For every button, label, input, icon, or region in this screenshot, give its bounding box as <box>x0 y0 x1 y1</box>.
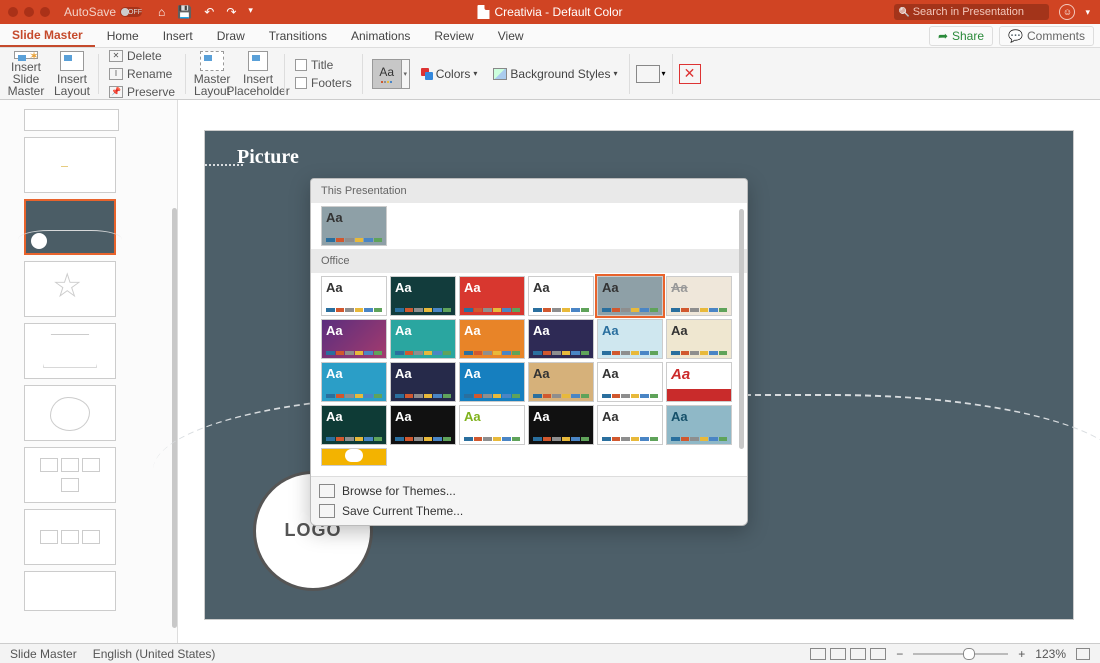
themes-button[interactable]: Aa <box>372 59 402 89</box>
section-office: Office <box>311 249 747 273</box>
tab-view[interactable]: View <box>486 24 536 47</box>
section-this-presentation: This Presentation <box>311 179 747 203</box>
chevron-down-icon[interactable]: ▾ <box>248 5 253 19</box>
status-mode: Slide Master <box>10 647 77 661</box>
preserve-button[interactable]: 📌Preserve <box>105 84 179 100</box>
theme-card[interactable]: Aa <box>459 362 525 402</box>
theme-card[interactable]: Aa <box>321 362 387 402</box>
thumb-layout-6[interactable] <box>24 447 116 503</box>
theme-card[interactable]: Aa <box>321 405 387 445</box>
folder-icon <box>319 484 335 498</box>
quick-toolbar: ⌂ 💾 ↶ ↷ ▾ <box>158 5 253 19</box>
theme-card[interactable]: Aa <box>597 405 663 445</box>
undo-icon[interactable]: ↶ <box>204 5 214 19</box>
tab-insert[interactable]: Insert <box>151 24 205 47</box>
tab-draw[interactable]: Draw <box>205 24 257 47</box>
theme-card[interactable]: Aa <box>459 405 525 445</box>
zoom-out-button[interactable]: − <box>896 647 903 661</box>
tab-animations[interactable]: Animations <box>339 24 422 47</box>
slide-thumbnails[interactable]: — <box>0 100 178 643</box>
theme-card[interactable]: Aa <box>321 276 387 316</box>
theme-card[interactable] <box>321 448 387 466</box>
theme-card[interactable]: Aa <box>666 362 732 402</box>
delete-button[interactable]: ✕Delete <box>105 48 179 64</box>
chevron-down-icon[interactable]: ▾ <box>1085 7 1090 18</box>
thumb-layout-7[interactable] <box>24 509 116 565</box>
window-controls[interactable] <box>8 7 50 17</box>
thumb-layout-5[interactable] <box>24 385 116 441</box>
themes-dropdown-panel: This Presentation Aa Office Aa Aa Aa Aa … <box>310 178 748 526</box>
zoom-in-button[interactable]: + <box>1018 647 1025 661</box>
thumb-master[interactable] <box>24 109 119 131</box>
autosave-toggle[interactable]: AutoSave OFF <box>64 5 142 19</box>
theme-card[interactable]: Aa <box>390 319 456 359</box>
theme-card[interactable]: Aa <box>597 362 663 402</box>
save-icon <box>319 504 335 518</box>
slide-size-button[interactable] <box>636 65 660 83</box>
tab-slide-master[interactable]: Slide Master <box>0 24 95 47</box>
save-icon[interactable]: 💾 <box>177 5 192 19</box>
theme-card[interactable]: Aa <box>321 319 387 359</box>
thumb-layout-4[interactable] <box>24 323 116 379</box>
thumbnail-scrollbar[interactable] <box>172 208 177 628</box>
autosave-status: OFF <box>128 9 142 16</box>
title-bar: AutoSave OFF ⌂ 💾 ↶ ↷ ▾ Creativia - Defau… <box>0 0 1100 24</box>
tab-home[interactable]: Home <box>95 24 151 47</box>
thumb-layout-3[interactable] <box>24 261 116 317</box>
autosave-label: AutoSave <box>64 5 116 19</box>
close-master-button[interactable]: ✕ <box>679 64 701 84</box>
status-language[interactable]: English (United States) <box>93 647 216 661</box>
theme-card[interactable]: Aa <box>528 276 594 316</box>
theme-card[interactable]: Aa <box>459 276 525 316</box>
insert-layout-button[interactable]: Insert Layout <box>52 51 92 97</box>
thumb-layout-1[interactable]: — <box>24 137 116 193</box>
browse-themes-button[interactable]: Browse for Themes... <box>317 481 741 501</box>
theme-card[interactable]: Aa <box>528 319 594 359</box>
themes-scrollbar[interactable] <box>739 209 744 449</box>
theme-card[interactable]: Aa <box>390 405 456 445</box>
zoom-value[interactable]: 123% <box>1035 647 1066 661</box>
theme-card[interactable]: Aa <box>666 405 732 445</box>
footers-checkbox[interactable]: Footers <box>291 75 356 91</box>
view-switcher[interactable] <box>810 648 886 660</box>
background-styles-button[interactable]: Background Styles▾ <box>488 65 622 83</box>
theme-card[interactable]: Aa <box>666 276 732 316</box>
save-theme-button[interactable]: Save Current Theme... <box>317 501 741 521</box>
theme-card[interactable]: Aa <box>597 319 663 359</box>
theme-card-selected[interactable]: Aa <box>597 276 663 316</box>
title-checkbox[interactable]: Title <box>291 57 356 73</box>
rename-button[interactable]: IRename <box>105 66 179 82</box>
home-icon[interactable]: ⌂ <box>158 5 165 19</box>
insert-placeholder-button[interactable]: Insert Placeholder <box>238 51 278 97</box>
ribbon: ✶Insert Slide Master Insert Layout ✕Dele… <box>0 48 1100 100</box>
workspace: — Picture LOGO This Presentation Aa Offi… <box>0 100 1100 643</box>
status-bar: Slide Master English (United States) − +… <box>0 643 1100 663</box>
redo-icon[interactable]: ↷ <box>226 5 236 19</box>
thumb-layout-8[interactable] <box>24 571 116 611</box>
document-title: Creativia - Default Color <box>477 5 622 19</box>
zoom-slider[interactable] <box>913 653 1008 655</box>
insert-slide-master-button[interactable]: ✶Insert Slide Master <box>6 51 46 97</box>
theme-card[interactable]: Aa <box>528 362 594 402</box>
presentation-icon <box>477 5 489 19</box>
themes-dropdown-arrow[interactable]: ▾ <box>402 59 410 89</box>
theme-card[interactable]: Aa <box>459 319 525 359</box>
theme-current[interactable]: Aa <box>321 206 387 246</box>
theme-card[interactable]: Aa <box>666 319 732 359</box>
tab-review[interactable]: Review <box>422 24 485 47</box>
theme-card[interactable]: Aa <box>390 276 456 316</box>
tab-transitions[interactable]: Transitions <box>257 24 339 47</box>
ribbon-tabs: Slide MasterHomeInsertDrawTransitionsAni… <box>0 24 1100 48</box>
theme-card[interactable]: Aa <box>528 405 594 445</box>
share-button[interactable]: ➦Share <box>929 26 993 46</box>
thumb-layout-2-active[interactable] <box>24 199 116 255</box>
account-icon[interactable]: ☺ <box>1059 4 1075 20</box>
theme-card[interactable]: Aa <box>390 362 456 402</box>
search-input[interactable]: Search in Presentation <box>894 4 1049 20</box>
comments-button[interactable]: 💬Comments <box>999 26 1094 46</box>
fit-window-icon[interactable] <box>1076 648 1090 660</box>
colors-button[interactable]: Colors▾ <box>416 65 483 83</box>
